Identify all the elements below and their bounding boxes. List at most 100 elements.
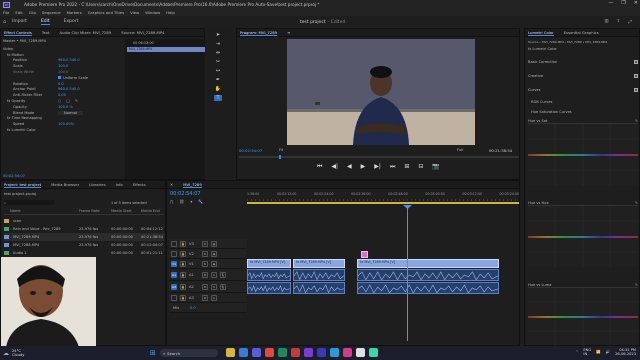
menu-edit[interactable]: Edit <box>15 10 22 15</box>
menu-clip[interactable]: Clip <box>29 10 36 15</box>
instagram-icon[interactable] <box>343 348 352 357</box>
sync-lock-icon[interactable]: ⇆ <box>202 260 208 267</box>
spotify-icon[interactable] <box>278 348 287 357</box>
timeline-timecode[interactable]: 00:02:54:07 <box>170 191 201 197</box>
selection-tool-icon[interactable]: ➤ <box>216 32 220 38</box>
tab-info[interactable]: Info <box>116 182 123 187</box>
source-patch[interactable]: A1 <box>171 271 177 278</box>
linked-selection-icon[interactable]: ⛓ <box>179 199 184 204</box>
tab-lumetri-color[interactable]: Lumetri Color <box>528 30 554 36</box>
mute-button[interactable]: M <box>202 271 208 278</box>
tab-program[interactable]: Program: MVI_7289 <box>240 30 278 36</box>
track-lock-icon[interactable]: 🔒 <box>180 294 186 301</box>
blend-mode-select[interactable]: Normal <box>58 110 84 115</box>
track-v3[interactable]: 🔒 V3 ⇆ ◉ <box>169 239 247 249</box>
menu-file[interactable]: File <box>3 10 9 15</box>
quality-select[interactable]: Full <box>457 148 463 152</box>
solo-button[interactable]: S <box>211 294 217 301</box>
mic-icon[interactable]: 🎙 <box>220 283 226 290</box>
video-clip[interactable]: fx MVI_7289.MP4 [V] <box>247 259 291 268</box>
program-playhead[interactable] <box>279 155 281 159</box>
go-to-in-icon[interactable]: ⏮ <box>317 163 322 171</box>
section-curves[interactable]: Curves <box>528 87 638 93</box>
lumetri-source[interactable]: Source • MVI_7289.MP4 › MVI_7289 • MVI_7… <box>528 40 607 44</box>
list-item[interactable]: Rain and Voice - Rec_7289 23.976 fps 00:… <box>4 225 164 233</box>
audio-clip[interactable] <box>357 282 499 294</box>
teams-icon[interactable] <box>252 348 261 357</box>
effect-timecode[interactable]: 00:02:54:07 <box>3 174 25 178</box>
premiere-taskbar-icon[interactable] <box>317 348 326 357</box>
menu-sequence[interactable]: Sequence <box>42 10 61 15</box>
mask-tools-icon[interactable]: ○ □ ✎ <box>58 99 80 103</box>
curve-graph[interactable] <box>528 123 638 186</box>
program-timecode[interactable]: 00:02:54:07 <box>239 148 262 153</box>
notepad-icon[interactable] <box>356 348 365 357</box>
section-enable-checkbox[interactable] <box>634 59 638 64</box>
quick-export-icon[interactable]: ⇪ <box>617 19 621 25</box>
track-a3[interactable]: 🔒 A3 M S <box>169 293 247 303</box>
menu-help[interactable]: Help <box>166 10 175 15</box>
file-explorer-icon[interactable] <box>226 348 235 357</box>
eye-icon[interactable]: ◉ <box>211 240 217 247</box>
track-v1[interactable]: V1 🔒 V1 ⇆ ◉ <box>169 259 247 269</box>
menu-view[interactable]: View <box>130 10 139 15</box>
timeline-close-icon[interactable]: ✕ <box>170 182 173 187</box>
ripple-edit-tool-icon[interactable]: ⇹ <box>216 50 220 56</box>
curve-graph[interactable] <box>528 205 638 268</box>
start-icon[interactable]: ⊞ <box>150 349 156 357</box>
tab-effect-controls[interactable]: Effect Controls <box>4 30 32 36</box>
language-indicator[interactable]: ENG IN <box>583 348 591 356</box>
track-mix[interactable]: Mix 0.0 <box>169 303 247 313</box>
timeline-playhead[interactable] <box>407 205 408 341</box>
razor-tool-icon[interactable]: ✂ <box>216 59 220 65</box>
work-area-bar[interactable] <box>247 202 519 204</box>
snap-icon[interactable]: ⋂ <box>170 199 173 204</box>
track-a1[interactable]: A1 🔒 A1 M S 🎙 <box>169 269 247 281</box>
track-lock-icon[interactable]: 🔒 <box>180 283 186 290</box>
curve-graph[interactable] <box>528 287 638 346</box>
audio-clip[interactable] <box>247 269 291 281</box>
solo-button[interactable]: S <box>211 271 217 278</box>
video-clip[interactable]: fx MVI_7289.MP4 [V] <box>357 259 499 268</box>
tab-sequence[interactable]: MVI_7289 <box>183 182 202 188</box>
youtube-icon[interactable] <box>291 348 300 357</box>
mix-value[interactable]: 0.0 <box>190 306 196 310</box>
eye-icon[interactable]: ◉ <box>211 260 217 267</box>
lift-icon[interactable]: ⊞ <box>404 163 409 171</box>
volume-icon[interactable]: 🔊 <box>606 350 610 354</box>
program-menu-icon[interactable]: ≡ <box>287 30 290 35</box>
solo-button[interactable]: S <box>211 283 217 290</box>
video-frame[interactable] <box>287 39 475 145</box>
clock[interactable]: 04:31 PM 26-06-2023 <box>615 348 636 356</box>
timeline-tracks[interactable]: fx MVI_7289.MP4 [V] fx MVI_7289.MP4 [V] … <box>247 205 519 345</box>
track-lock-icon[interactable]: 🔒 <box>180 260 186 267</box>
close-button[interactable]: ✕ <box>634 0 638 6</box>
section-basic-correction[interactable]: Basic Correction <box>528 59 638 65</box>
home-icon[interactable]: ⌂ <box>3 19 6 25</box>
minimize-button[interactable]: — <box>608 0 613 6</box>
eye-icon[interactable]: ◉ <box>211 250 217 257</box>
slip-tool-icon[interactable]: ↔ <box>216 68 220 74</box>
audio-clip[interactable] <box>357 269 499 281</box>
type-tool-icon[interactable]: T <box>214 95 222 101</box>
after-effects-icon[interactable] <box>304 348 313 357</box>
tab-import[interactable]: Import <box>12 19 27 25</box>
reverse-icon[interactable]: ◀ <box>347 163 352 171</box>
weather-widget[interactable]: ☁ 24°C Cloudy <box>3 349 24 357</box>
menu-graphics[interactable]: Graphics and Titles <box>88 10 124 15</box>
tab-audio-mixer[interactable]: Audio Clip Mixer: MVI_7289 <box>60 30 112 35</box>
track-lock-icon[interactable]: 🔒 <box>180 271 186 278</box>
mute-button[interactable]: M <box>202 283 208 290</box>
track-a2[interactable]: A2 🔒 A2 M S 🎙 <box>169 281 247 293</box>
tab-text[interactable]: Text <box>42 30 50 35</box>
export-frame-icon[interactable]: 📷 <box>432 163 439 171</box>
audio-clip[interactable] <box>247 282 291 294</box>
hand-tool-icon[interactable]: ✋ <box>215 86 221 92</box>
source-patch[interactable] <box>171 250 177 257</box>
chevron-up-icon[interactable]: ⌃ <box>575 350 578 354</box>
video-clip[interactable]: fx MVI_7289.MP4 [V] <box>293 259 345 268</box>
list-item[interactable]: Audio 1 00:00:00:00 00:01:21:11 <box>4 249 164 257</box>
maximize-icon[interactable]: ⤢ <box>628 19 632 25</box>
col-media-end[interactable]: Media End <box>141 209 164 214</box>
position-value[interactable]: 960.0 540.0 <box>58 58 80 62</box>
